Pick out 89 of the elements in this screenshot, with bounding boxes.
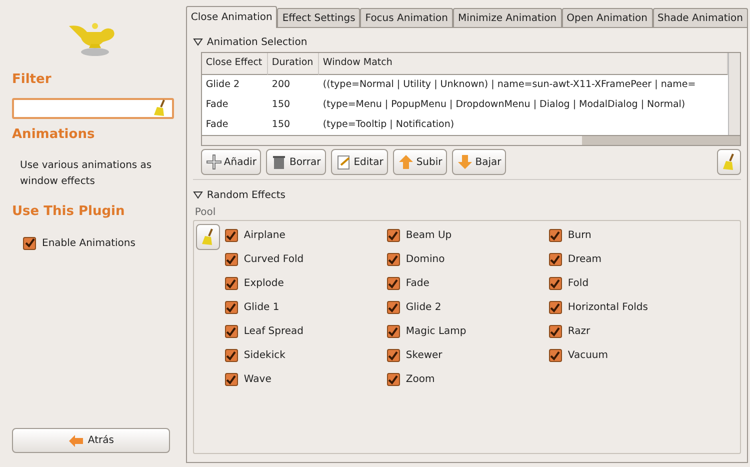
checkbox[interactable] xyxy=(224,301,238,314)
tab[interactable]: Open Animation xyxy=(562,8,653,27)
checkbox-label: Sidekick xyxy=(244,349,286,363)
checkbox[interactable] xyxy=(548,253,562,266)
checkbox[interactable] xyxy=(386,349,400,362)
plus-icon xyxy=(206,154,222,170)
broom-icon xyxy=(721,153,737,171)
clear-button[interactable] xyxy=(717,149,741,175)
table-cell-text: Fade xyxy=(204,118,230,132)
tab[interactable]: Shade Animation xyxy=(652,8,748,27)
column-header[interactable]: Close Effect xyxy=(202,53,268,75)
expander[interactable]: Animation Selection xyxy=(192,34,741,50)
checkbox-label: Domino xyxy=(406,253,445,267)
checkbox-label: Beam Up xyxy=(406,229,452,243)
checkbox[interactable] xyxy=(224,277,238,290)
trash-can-icon xyxy=(271,154,288,170)
toolbar-button[interactable]: Añadir xyxy=(200,149,262,175)
checkbox-label: Curved Fold xyxy=(244,253,304,267)
checkbox-label: Enable Animations xyxy=(42,236,136,250)
checkbox-label: Explode xyxy=(244,277,284,291)
toolbar-button[interactable]: Subir xyxy=(393,149,448,175)
checkbox-label: Fold xyxy=(568,277,589,291)
checkbox[interactable] xyxy=(548,277,562,290)
checkbox[interactable] xyxy=(23,236,36,250)
table-cell-text: 200 xyxy=(270,78,292,92)
table-cell-text: Glide 2 xyxy=(204,78,240,92)
up-arrow-icon xyxy=(398,154,414,170)
broom-icon xyxy=(152,99,168,117)
toolbar-button[interactable]: Bajar xyxy=(452,149,506,175)
checkbox-label: Wave xyxy=(244,373,272,387)
table-cell-text: 150 xyxy=(270,98,292,112)
checkbox[interactable] xyxy=(386,277,400,290)
checkbox-label: Burn xyxy=(568,229,592,243)
tab[interactable]: Minimize Animation xyxy=(453,8,562,27)
expander-triangle-icon xyxy=(192,190,203,200)
table-cell-text: ((type=Normal | Utility | Unknown) | name=sun-awt-X11-XFramePeer | name= xyxy=(322,78,697,92)
broom-icon xyxy=(200,228,216,246)
checkbox-label: Leaf Spread xyxy=(244,325,304,339)
scrollbar[interactable] xyxy=(728,53,740,135)
checkbox[interactable] xyxy=(224,229,238,242)
checkbox-label: Airplane xyxy=(244,229,286,243)
checkbox-label: Horizontal Folds xyxy=(568,301,648,315)
checkbox-label: Skewer xyxy=(406,349,442,363)
checkbox-label: Razr xyxy=(568,325,590,339)
checkbox[interactable] xyxy=(386,253,400,266)
checkbox-label: Zoom xyxy=(406,373,435,387)
search-field[interactable] xyxy=(12,98,174,118)
clear-button[interactable] xyxy=(196,224,220,250)
checkbox-label: Fade xyxy=(406,277,430,291)
checkbox[interactable] xyxy=(224,373,238,386)
tab[interactable]: Effect Settings xyxy=(277,8,360,27)
checkbox[interactable] xyxy=(386,373,400,386)
table-cell-text: (type=Tooltip | Notification) xyxy=(322,118,456,132)
down-arrow-icon xyxy=(457,154,474,170)
tab[interactable]: Close Animation xyxy=(186,6,278,28)
column-header[interactable]: Duration xyxy=(268,53,319,75)
checkbox[interactable] xyxy=(548,229,562,242)
scrollbar[interactable] xyxy=(200,136,741,146)
toolbar-button[interactable]: Borrar xyxy=(266,149,326,175)
back-button[interactable]: Atrás xyxy=(12,428,170,453)
section-heading: Animations xyxy=(12,126,96,144)
plugin-description: Use various animations as window effects xyxy=(20,159,153,189)
tab[interactable]: Focus Animation xyxy=(360,8,454,27)
checkbox[interactable] xyxy=(548,349,562,362)
checkbox-label: Magic Lamp xyxy=(406,325,466,339)
checkbox-label: Glide 1 xyxy=(244,301,280,315)
back-arrow-icon xyxy=(68,434,84,448)
toolbar-button[interactable]: Editar xyxy=(330,149,388,175)
checkbox[interactable] xyxy=(386,325,400,338)
column-header[interactable]: Window Match xyxy=(318,53,728,75)
table-cell-text: (type=Menu | PopupMenu | DropdownMenu | Dialog | ModalDialog | Normal) xyxy=(322,98,686,112)
checkbox-label: Glide 2 xyxy=(406,301,442,315)
table-cell-text: Fade xyxy=(204,98,230,112)
checkbox[interactable] xyxy=(548,301,562,314)
checkbox-label: Vacuum xyxy=(568,349,608,363)
checkbox[interactable] xyxy=(224,349,238,362)
checkbox-label: Dream xyxy=(568,253,602,267)
checkbox[interactable] xyxy=(224,325,238,338)
checkbox[interactable] xyxy=(386,301,400,314)
checkbox[interactable] xyxy=(224,253,238,266)
checkbox[interactable] xyxy=(386,229,400,242)
expander[interactable]: Random Effects xyxy=(192,187,741,203)
section-heading: Filter xyxy=(12,71,52,89)
section-heading: Use This Plugin xyxy=(12,203,126,221)
table-cell-text: 150 xyxy=(270,118,292,132)
group-label: Pool xyxy=(194,206,217,220)
edit-icon xyxy=(336,154,352,170)
checkbox[interactable] xyxy=(548,325,562,338)
expander-triangle-icon xyxy=(192,37,203,47)
